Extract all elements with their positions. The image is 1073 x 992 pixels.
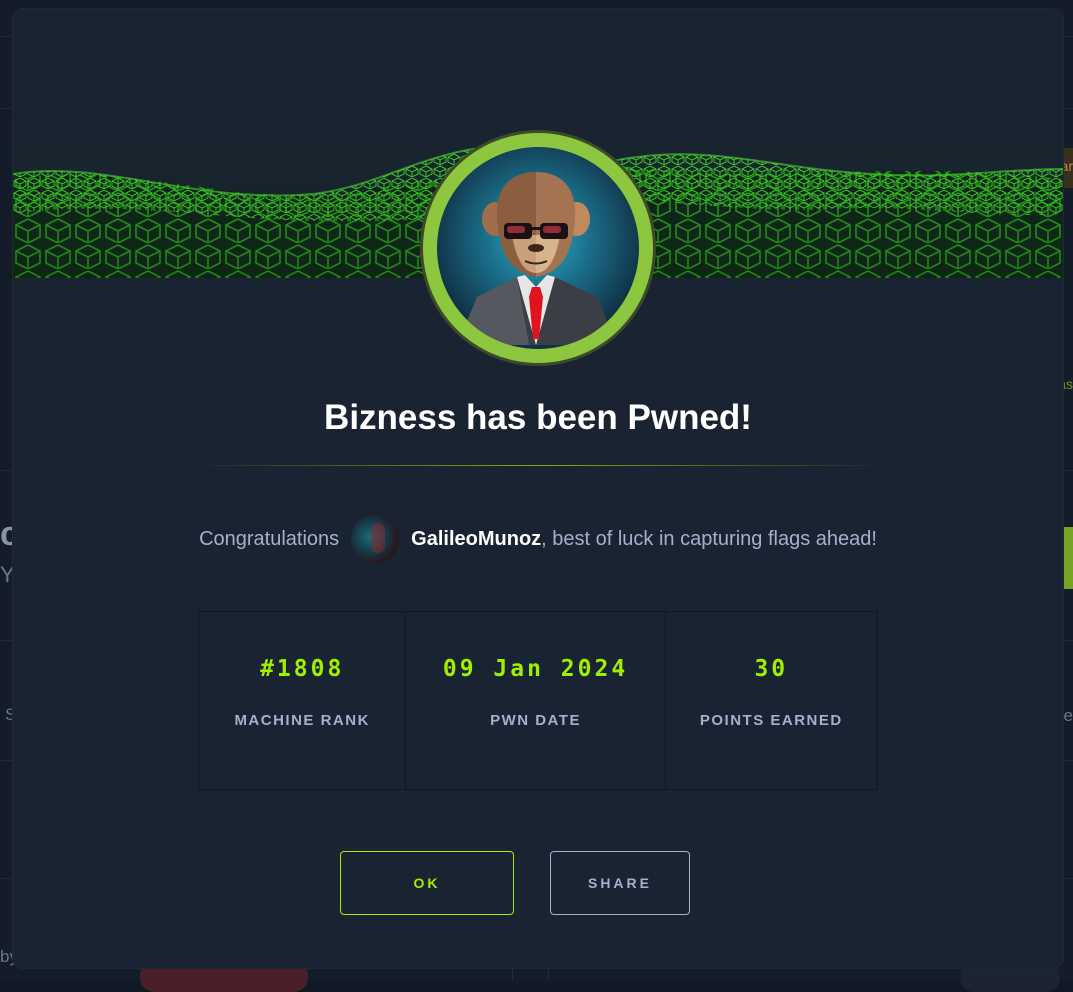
stat-machine-rank: #1808 MACHINE RANK — [199, 612, 407, 789]
bg-text-fragment: e — [1063, 706, 1073, 725]
bg-button — [1063, 527, 1073, 589]
stat-pwn-date: 09 Jan 2024 PWN DATE — [406, 612, 666, 789]
stat-label: POINTS EARNED — [699, 712, 843, 729]
pwned-modal: Bizness has been Pwned! Congratulations … — [13, 9, 1063, 968]
congrats-prefix: Congratulations — [199, 527, 340, 550]
username-link[interactable]: GalileoMunoz — [411, 528, 541, 551]
monkey-avatar-icon — [437, 147, 639, 349]
share-button[interactable]: SHARE — [550, 851, 690, 915]
stat-value: 09 Jan 2024 — [442, 656, 629, 682]
stat-points-earned: 30 POINTS EARNED — [666, 612, 877, 789]
stat-label: MACHINE RANK — [234, 712, 370, 729]
title-divider — [188, 465, 888, 466]
congrats-message: Congratulations GalileoMunoz , best of l… — [13, 514, 1063, 564]
machine-avatar — [420, 130, 656, 366]
ok-button[interactable]: OK — [340, 851, 514, 915]
user-avatar[interactable] — [351, 515, 400, 563]
stat-label: PWN DATE — [490, 712, 581, 729]
congrats-suffix: , best of luck in capturing flags ahead! — [541, 527, 877, 550]
pwned-title: Bizness has been Pwned! — [324, 398, 752, 437]
stat-value: 30 — [754, 656, 789, 682]
stat-value: #1808 — [260, 656, 345, 682]
stats-grid: #1808 MACHINE RANK 09 Jan 2024 PWN DATE … — [198, 611, 878, 790]
